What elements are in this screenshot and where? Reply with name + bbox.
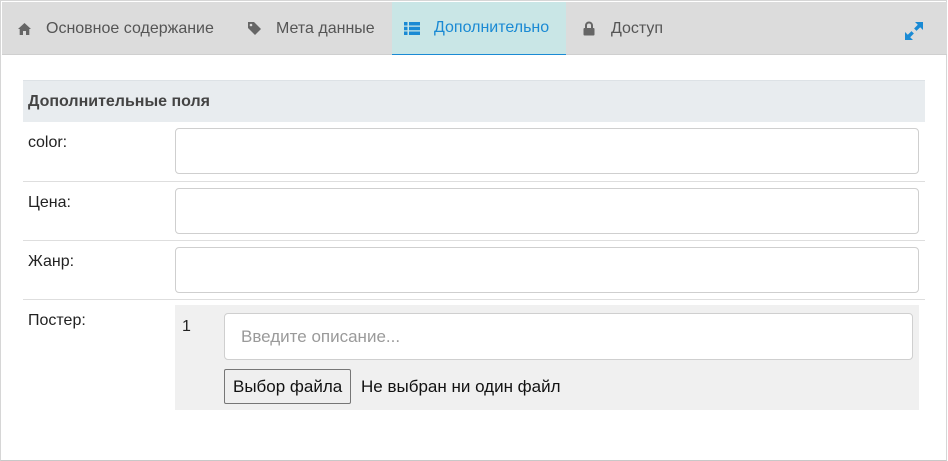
field-row-poster: Постер: 1 Выбор файла Не выбран ни один …: [23, 300, 925, 415]
tab-label: Основное содержание: [46, 19, 214, 37]
field-label: Цена:: [28, 194, 71, 211]
tag-icon: [246, 21, 262, 37]
tab-access[interactable]: Доступ: [567, 2, 687, 55]
genre-input[interactable]: [175, 247, 919, 293]
tab-bar: Основное содержание Мета данные Дополнит…: [2, 2, 947, 55]
expand-icon[interactable]: [903, 20, 925, 42]
file-status-text: Не выбран ни один файл: [361, 377, 561, 396]
tab-main-content[interactable]: Основное содержание: [2, 2, 230, 55]
list-icon: [404, 20, 420, 36]
tab-label: Доступ: [611, 19, 664, 37]
field-row-genre: Жанр:: [23, 241, 925, 300]
section-title: Дополнительные поля: [23, 80, 925, 122]
field-label: Постер:: [28, 312, 86, 329]
price-input[interactable]: [175, 188, 919, 234]
choose-file-button[interactable]: Выбор файла: [224, 369, 352, 404]
tab-label: Дополнительно: [434, 19, 550, 36]
field-label: color:: [28, 134, 68, 151]
tab-additional[interactable]: Дополнительно: [392, 2, 566, 55]
field-row-price: Цена:: [23, 182, 925, 241]
home-icon: [16, 21, 32, 37]
field-row-color: color:: [23, 122, 925, 182]
field-label: Жанр:: [28, 253, 75, 270]
color-input[interactable]: [175, 128, 919, 174]
editor-panel: Основное содержание Мета данные Дополнит…: [0, 0, 947, 461]
tab-meta-data[interactable]: Мета данные: [231, 2, 391, 55]
poster-upload-box: 1 Выбор файла Не выбран ни один файл: [175, 305, 919, 410]
tab-label: Мета данные: [276, 19, 375, 37]
poster-index: 1: [182, 318, 191, 335]
poster-description-input[interactable]: [224, 313, 913, 360]
lock-icon: [581, 21, 597, 37]
